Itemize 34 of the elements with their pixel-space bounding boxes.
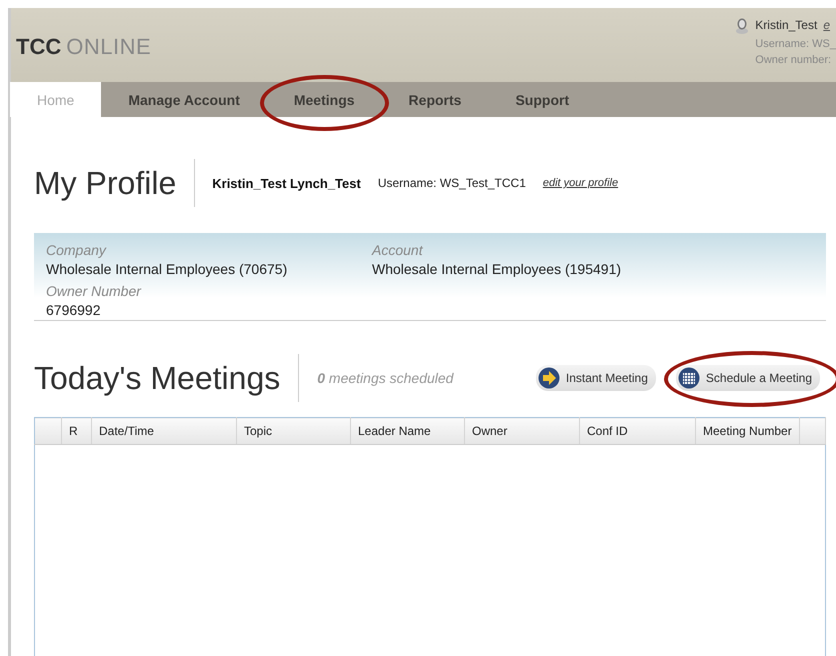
column-header[interactable]: Date/Time <box>92 418 236 444</box>
username-label: Username: WS_ <box>755 38 836 50</box>
logo: TCC ONLINE <box>15 33 152 61</box>
nav-tab[interactable]: Manage Account <box>101 82 267 117</box>
column-header[interactable] <box>34 418 62 444</box>
user-icon <box>735 18 750 34</box>
full-name: Kristin_Test Lynch_Test <box>212 176 361 190</box>
meeting-count: 0 meetings scheduled <box>317 370 454 386</box>
calendar-icon <box>678 367 700 389</box>
column-header[interactable]: Conf ID <box>580 418 696 444</box>
nav-tab[interactable]: Reports <box>382 82 488 117</box>
owner-number-label: Owner number: <box>755 54 832 66</box>
page-title: My Profile <box>34 159 196 207</box>
field-value: 6796992 <box>46 302 102 318</box>
column-header[interactable] <box>800 418 826 444</box>
section-title: Today's Meetings <box>34 354 300 402</box>
edit-link[interactable]: e <box>823 18 830 34</box>
instant-meeting-button[interactable]: Instant Meeting <box>536 365 656 391</box>
column-header[interactable]: R <box>62 418 92 444</box>
field-label: Account <box>372 242 424 258</box>
field-value: Wholesale Internal Employees (70675) <box>46 261 288 277</box>
column-header[interactable]: Leader Name <box>350 418 464 444</box>
schedule-meeting-button[interactable]: Schedule a Meeting <box>676 365 820 391</box>
column-header[interactable]: Topic <box>236 418 350 444</box>
field-value: Wholesale Internal Employees (195491) <box>372 261 622 277</box>
nav-tab[interactable]: Support <box>488 82 596 117</box>
field-label: Company <box>46 242 108 258</box>
username-text: Username: WS_Test_TCC1 <box>378 176 526 190</box>
field-label: Owner Number <box>46 283 142 299</box>
nav-tab[interactable]: Meetings <box>266 82 382 117</box>
column-header[interactable]: Owner <box>464 418 580 444</box>
user-name: Kristin_Test <box>755 18 818 34</box>
column-header[interactable]: Meeting Number <box>696 418 800 444</box>
edit-profile-link[interactable]: edit your profile <box>542 177 618 189</box>
